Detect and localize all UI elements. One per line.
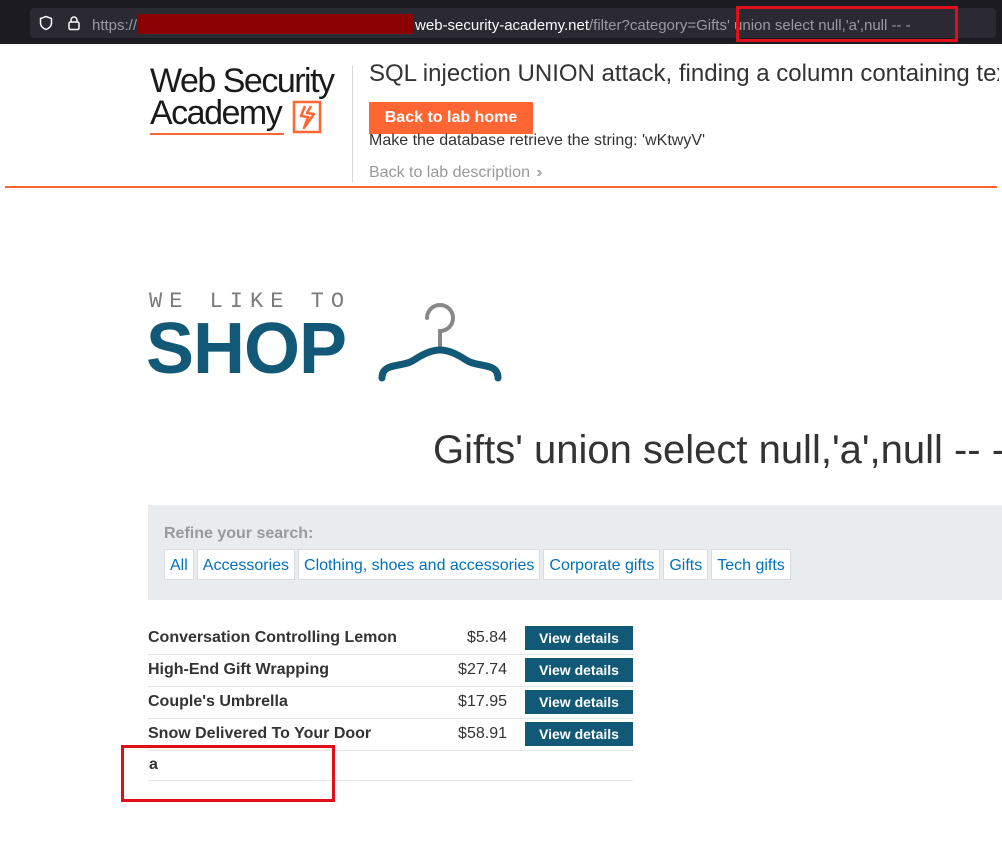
- double-chevron-right-icon: ››: [535, 164, 542, 181]
- lightning-bolt-icon: [292, 100, 322, 134]
- product-name: Couple's Umbrella: [148, 693, 288, 710]
- product-price: $27.74: [458, 661, 507, 678]
- product-name: Conversation Controlling Lemon: [148, 628, 397, 646]
- table-row: High-End Gift Wrapping $27.74 View detai…: [148, 654, 633, 686]
- product-price: $5.84: [466, 628, 507, 646]
- header-divider: [352, 65, 353, 183]
- filter-panel: Refine your search: All Accessories Clot…: [148, 505, 1002, 600]
- url-host: web-security-academy.net: [415, 17, 589, 34]
- header-rule: [5, 186, 997, 188]
- filter-link-gifts[interactable]: Gifts: [663, 549, 709, 580]
- filter-link-clothing[interactable]: Clothing, shoes and accessories: [298, 549, 541, 580]
- filter-link-tech-gifts[interactable]: Tech gifts: [711, 549, 791, 580]
- url-highlight-box: [736, 6, 958, 42]
- lab-goal-text: Make the database retrieve the string: '…: [369, 132, 706, 149]
- url-path-start: /filter?category=Gi: [589, 17, 712, 34]
- back-to-lab-description-link[interactable]: Back to lab description ››: [369, 164, 542, 182]
- table-row: Couple's Umbrella $17.95 View details: [148, 686, 633, 718]
- filter-link-corporate-gifts[interactable]: Corporate gifts: [543, 549, 661, 580]
- table-row: Conversation Controlling Lemon $5.84 Vie…: [148, 622, 633, 654]
- url-scheme: https://: [92, 17, 138, 34]
- product-price: $58.91: [458, 725, 507, 742]
- redacted-subdomain: [138, 14, 415, 34]
- view-details-button[interactable]: View details: [524, 722, 633, 746]
- hanger-icon: [378, 303, 502, 382]
- logo-underline: [150, 133, 284, 135]
- view-details-button[interactable]: View details: [524, 690, 633, 714]
- refine-search-label: Refine your search:: [164, 525, 314, 542]
- logo-text-line2: Academy: [150, 94, 283, 132]
- view-details-button[interactable]: View details: [524, 625, 633, 650]
- lab-title: SQL injection UNION attack, finding a co…: [369, 60, 999, 87]
- view-details-button[interactable]: View details: [524, 658, 633, 682]
- injected-row-highlight-box: [121, 745, 335, 802]
- back-to-lab-home-button[interactable]: Back to lab home: [369, 102, 533, 134]
- lock-icon[interactable]: [66, 15, 82, 31]
- shop-logo-text: SHOP: [146, 309, 347, 389]
- product-price: $17.95: [458, 693, 507, 710]
- product-name: High-End Gift Wrapping: [148, 661, 330, 678]
- back-to-lab-description-label: Back to lab description: [369, 164, 530, 181]
- category-heading: Gifts' union select null,'a',null -- -: [433, 428, 1002, 472]
- shield-icon[interactable]: [38, 15, 54, 31]
- filter-link-all[interactable]: All: [164, 549, 194, 580]
- category-filter-links: All Accessories Clothing, shoes and acce…: [164, 549, 791, 580]
- web-security-academy-logo[interactable]: Web Security Academy: [150, 62, 350, 136]
- filter-link-accessories[interactable]: Accessories: [196, 549, 296, 580]
